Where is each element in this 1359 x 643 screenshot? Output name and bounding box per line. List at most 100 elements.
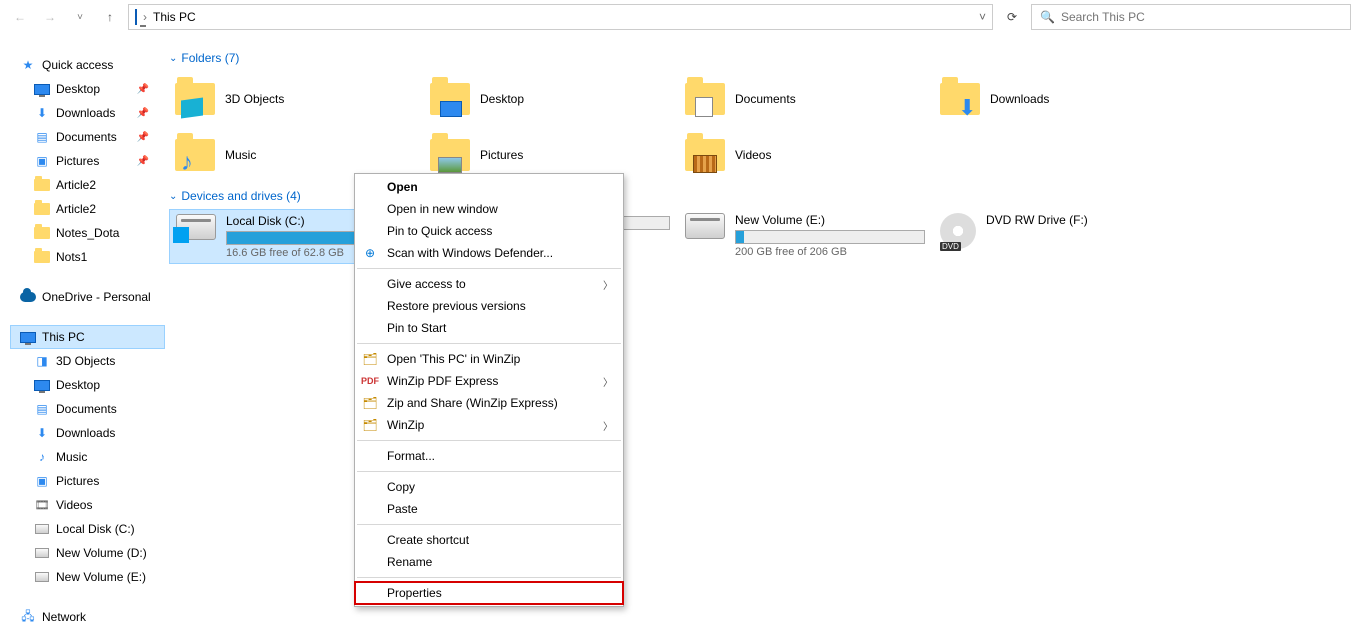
drive-item[interactable]: DVD RW Drive (F:) (934, 209, 1189, 264)
context-menu-item[interactable]: ⊕Scan with Windows Defender... (355, 242, 623, 264)
nav-pc-item[interactable]: ⬇Downloads (10, 421, 165, 445)
content-pane: ⌄ Folders (7) 3D ObjectsDesktop Documents… (165, 35, 1359, 643)
item-label: Music (56, 450, 87, 464)
capacity-bar (735, 230, 925, 244)
nav-quick-item[interactable]: ▤Documents📌 (10, 125, 165, 149)
item-label: Desktop (56, 82, 100, 96)
context-menu-separator (357, 524, 621, 525)
nav-quick-item[interactable]: ▣Pictures📌 (10, 149, 165, 173)
context-menu-separator (357, 268, 621, 269)
nav-quick-item[interactable]: Notes_Dota (10, 221, 165, 245)
nav-recent-button[interactable]: ˅ (68, 5, 92, 29)
context-menu: OpenOpen in new windowPin to Quick acces… (354, 173, 624, 607)
context-menu-item[interactable]: Pin to Start (355, 317, 623, 339)
nav-pc-item[interactable]: ♪Music (10, 445, 165, 469)
context-menu-separator (357, 343, 621, 344)
context-menu-item[interactable]: Rename (355, 551, 623, 573)
chevron-down-icon: ⌄ (169, 53, 177, 64)
context-menu-item[interactable]: 🗂 Zip and Share (WinZip Express) (355, 392, 623, 414)
menu-item-icon: 🗂 (361, 394, 379, 412)
menu-item-icon (361, 553, 379, 571)
menu-item-label: Format... (387, 449, 435, 463)
nav-pc-item[interactable]: ▣Pictures (10, 469, 165, 493)
folder-icon: ⬇ (940, 79, 980, 119)
menu-item-label: Pin to Start (387, 321, 446, 335)
context-menu-item[interactable]: Paste (355, 498, 623, 520)
item-label: Pictures (56, 474, 99, 488)
folder-item[interactable]: Videos (679, 127, 934, 183)
breadcrumb-this-pc[interactable]: This PC (153, 10, 196, 24)
context-menu-item[interactable]: Copy (355, 476, 623, 498)
context-menu-item[interactable]: Create shortcut (355, 529, 623, 551)
context-menu-item[interactable]: 🗂WinZip〉 (355, 414, 623, 436)
folder-item[interactable]: 3D Objects (169, 71, 424, 127)
pin-icon: 📌 (137, 156, 149, 167)
nav-pc-item[interactable]: 🎞Videos (10, 493, 165, 517)
nav-onedrive[interactable]: OneDrive - Personal (10, 285, 165, 309)
nav-pc-item[interactable]: ◨3D Objects (10, 349, 165, 373)
this-pc-icon (20, 329, 36, 345)
context-menu-item[interactable]: Open in new window (355, 198, 623, 220)
menu-item-icon (361, 447, 379, 465)
nav-quick-item[interactable]: Article2 (10, 197, 165, 221)
item-icon: ▤ (34, 129, 50, 145)
menu-item-icon: PDF (361, 372, 379, 390)
folder-item[interactable]: Desktop (424, 71, 679, 127)
drives-section-header[interactable]: ⌄ Devices and drives (4) (169, 189, 1355, 203)
menu-item-icon (361, 500, 379, 518)
context-menu-item[interactable]: Pin to Quick access (355, 220, 623, 242)
search-input[interactable] (1061, 10, 1342, 24)
menu-item-icon (361, 222, 379, 240)
star-icon: ★ (20, 57, 36, 73)
item-icon (34, 81, 50, 97)
nav-network[interactable]: 🖧 Network (10, 605, 165, 629)
nav-pc-item[interactable]: Desktop (10, 373, 165, 397)
network-icon: 🖧 (20, 609, 36, 625)
nav-quick-item[interactable]: ⬇Downloads📌 (10, 101, 165, 125)
folder-item[interactable]: ⬇Downloads (934, 71, 1189, 127)
context-menu-item[interactable]: PDFWinZip PDF Express〉 (355, 370, 623, 392)
item-label: Article2 (56, 178, 96, 192)
nav-pc-item[interactable]: Local Disk (C:) (10, 517, 165, 541)
drive-free-text: 200 GB free of 206 GB (735, 246, 928, 258)
folder-item[interactable]: Documents (679, 71, 934, 127)
address-bar[interactable]: › This PC ˅ (128, 4, 993, 30)
nav-quick-item[interactable]: Article2 (10, 173, 165, 197)
nav-pane: ★ Quick access Desktop📌⬇Downloads📌▤Docum… (0, 35, 165, 643)
context-menu-item[interactable]: 🗂Open 'This PC' in WinZip (355, 348, 623, 370)
menu-item-label: Zip and Share (WinZip Express) (387, 396, 558, 410)
nav-pc-item[interactable]: ▤Documents (10, 397, 165, 421)
pin-icon: 📌 (137, 84, 149, 95)
nav-quick-item[interactable]: Desktop 📌 (10, 77, 165, 101)
menu-item-label: WinZip (387, 418, 424, 432)
nav-quick-access[interactable]: ★ Quick access (10, 53, 165, 77)
context-menu-separator (357, 471, 621, 472)
menu-item-label: Give access to (387, 277, 466, 291)
context-menu-item[interactable]: Restore previous versions (355, 295, 623, 317)
folder-label: Documents (735, 92, 796, 106)
nav-forward-button[interactable]: → (38, 5, 62, 29)
nav-quick-item[interactable]: Nots1 (10, 245, 165, 269)
item-icon: ⬇ (34, 425, 50, 441)
nav-pc-item[interactable]: New Volume (D:) (10, 541, 165, 565)
search-box[interactable]: 🔍 (1031, 4, 1351, 30)
nav-pc-item[interactable]: New Volume (E:) (10, 565, 165, 589)
context-menu-item[interactable]: Properties (355, 582, 623, 604)
item-icon (34, 177, 50, 193)
item-label: Downloads (56, 106, 115, 120)
context-menu-item[interactable]: Format... (355, 445, 623, 467)
drive-item[interactable]: New Volume (E:)200 GB free of 206 GB (679, 209, 934, 264)
menu-item-label: Copy (387, 480, 415, 494)
refresh-button[interactable]: ⟳ (999, 4, 1025, 30)
context-menu-item[interactable]: Give access to〉 (355, 273, 623, 295)
menu-item-label: Scan with Windows Defender... (387, 246, 553, 260)
folders-section-header[interactable]: ⌄ Folders (7) (169, 51, 1355, 65)
nav-this-pc[interactable]: This PC (10, 325, 165, 349)
nav-up-button[interactable]: ↑ (98, 5, 122, 29)
item-label: Pictures (56, 154, 99, 168)
address-dropdown-icon[interactable]: ˅ (979, 10, 986, 24)
item-label: New Volume (E:) (56, 570, 146, 584)
nav-back-button[interactable]: ← (8, 5, 32, 29)
context-menu-item[interactable]: Open (355, 176, 623, 198)
item-label: Local Disk (C:) (56, 522, 135, 536)
